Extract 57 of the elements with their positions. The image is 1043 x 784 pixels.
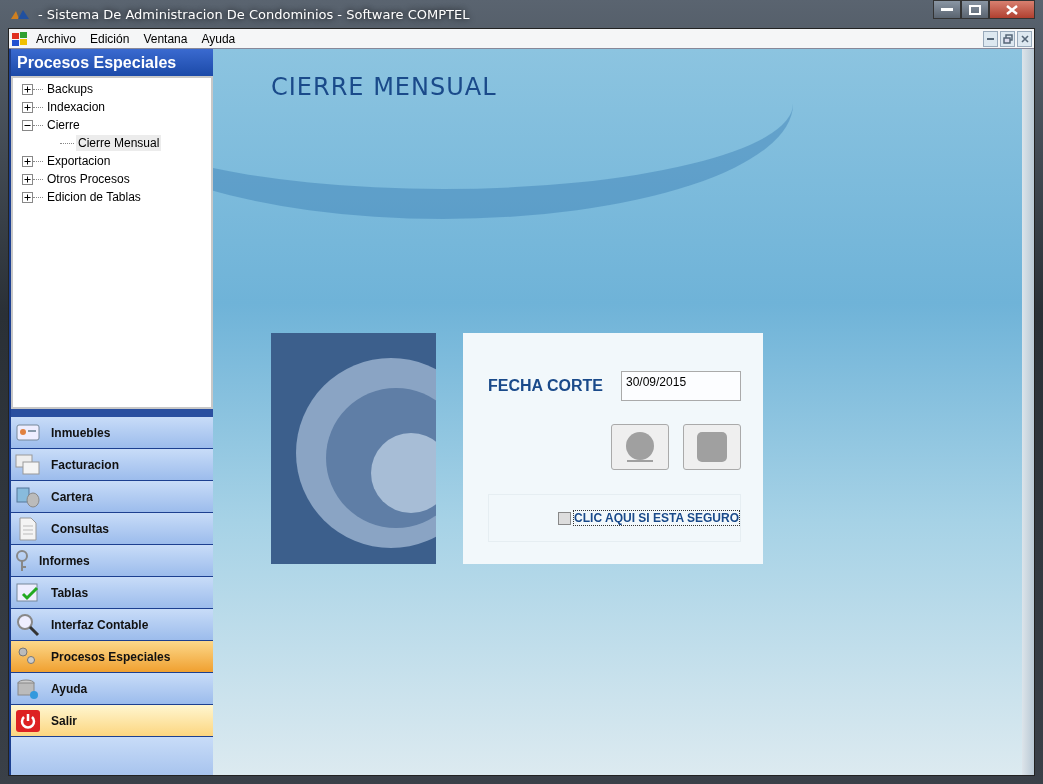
page-heading: CIERRE MENSUAL [271,73,498,101]
date-field[interactable]: 30/09/2015 [621,371,741,401]
tree-item[interactable]: Exportacion [45,153,113,169]
nav-item[interactable]: Salir [11,705,213,737]
close-icon [1006,4,1018,15]
window-title: - Sistema De Administracion De Condominios - Software COMPTEL [38,6,470,22]
minimize-button[interactable] [933,0,961,19]
panel-title: Procesos Especiales [11,49,213,76]
tree-item[interactable]: Indexacion [45,99,108,115]
field-label: FECHA CORTE [488,377,603,395]
minimize-icon [941,8,953,11]
menu-item[interactable]: Edición [83,31,137,46]
search-icon [15,612,41,637]
nav-item[interactable]: Interfaz Contable [11,609,213,641]
menu-item[interactable]: Archivo [29,31,83,46]
menu-item[interactable]: Ayuda [194,31,243,46]
nav-item[interactable]: Consultas [11,513,213,545]
tree-item[interactable]: Cierre Mensual [76,135,162,151]
windows-flag-icon [11,30,29,47]
expander-icon[interactable] [22,101,33,113]
checkbox[interactable] [558,511,572,525]
restore-button[interactable] [1000,30,1015,47]
nav-item[interactable]: Tablas [11,577,213,609]
expander-icon[interactable] [22,191,33,203]
expander-icon[interactable] [22,83,33,95]
splitter-handle[interactable] [11,409,213,417]
restore-icon [1002,33,1013,44]
nav-item[interactable]: Ayuda [11,673,213,705]
close-button[interactable] [1017,30,1032,47]
nav-item[interactable]: Procesos Especiales [11,641,213,673]
close-icon [1020,34,1029,43]
tree-item[interactable]: Edicion de Tablas [45,189,143,205]
windows-icon [15,452,41,477]
database-icon [15,484,41,509]
server-icon [15,676,41,701]
maximize-button[interactable] [961,0,989,19]
close-button[interactable] [989,0,1035,19]
circle-icon [624,431,656,463]
nav-item[interactable]: Informes [11,545,213,577]
power-icon [15,708,41,733]
expander-icon[interactable] [22,173,33,185]
checked-table-icon [15,580,41,605]
tree-item[interactable]: Backups [45,81,96,97]
nav-item[interactable]: Inmuebles [11,417,213,449]
nav-item[interactable]: Facturacion [11,449,213,481]
menu-item[interactable]: Ventana [136,31,195,46]
minimize-button[interactable] [983,30,998,47]
app-logo-icon [10,8,30,20]
expander-icon[interactable] [22,155,33,167]
minimize-icon [987,37,994,40]
nav-item[interactable]: Cartera [11,481,213,513]
maximize-icon [969,4,981,15]
tree-item[interactable]: Otros Procesos [45,171,132,187]
square-icon [697,432,727,462]
keys-icon [15,549,29,572]
tree-item[interactable]: Cierre [45,117,82,133]
expander-icon[interactable] [22,119,33,131]
